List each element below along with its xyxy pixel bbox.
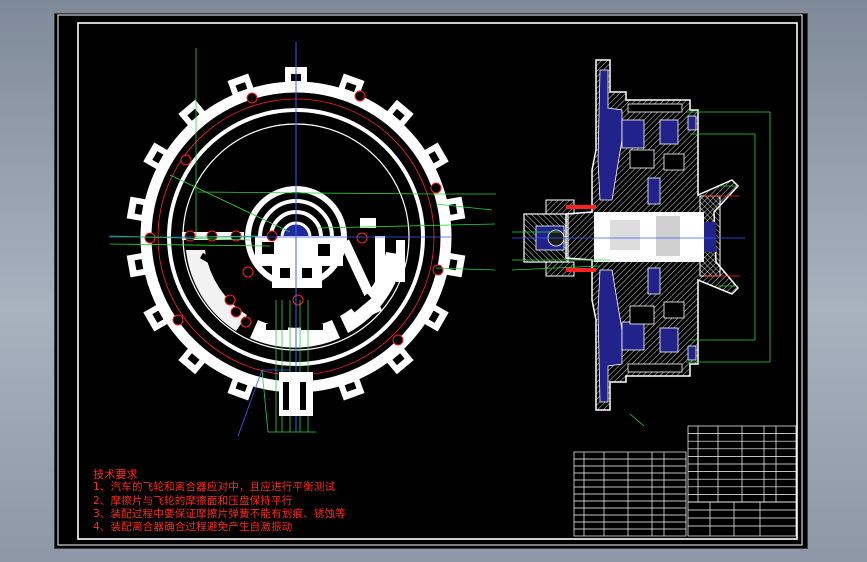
rivet-hole [224, 294, 236, 306]
requirement-1: 1、汽车的飞轮和离合器应对中，且应进行平衡测试 [93, 481, 336, 494]
rivet-hole [242, 266, 254, 278]
section-tab [279, 372, 313, 416]
rivet-hole [354, 90, 366, 102]
rivet-hole [240, 316, 252, 328]
rivet-hole [180, 154, 192, 166]
rivet-hole [184, 230, 196, 242]
title-block [687, 501, 797, 537]
technical-requirements: 技术要求 1、汽车的飞轮和离合器应对中，且应进行平衡测试 2、摩擦片与飞轮的摩擦… [93, 468, 346, 534]
rivet-hole [392, 334, 404, 346]
rivet-hole [292, 294, 304, 306]
rivet-hole [230, 306, 242, 318]
parts-list-left [573, 451, 687, 537]
section-view [511, 59, 771, 427]
technical-requirements-heading: 技术要求 [93, 468, 138, 481]
rivet-hole [206, 230, 218, 242]
rivet-hole [432, 264, 444, 276]
requirement-2: 2、摩擦片与飞轮的摩擦面和压盘保持平行 [93, 494, 293, 507]
requirement-4: 4、装配离合器确合过程避免产生自激振动 [93, 521, 293, 534]
rivet-hole [356, 232, 368, 244]
requirement-3: 3、装配过程中要保证摩擦片弹簧不能有划痕、锈蚀等 [93, 507, 346, 520]
rivet-hole [144, 232, 156, 244]
rivet-hole [430, 182, 442, 194]
parts-list-right [687, 425, 797, 503]
rivet-hole [246, 92, 258, 104]
front-view [108, 42, 496, 437]
rivet-hole [172, 314, 184, 326]
rivet-hole [266, 230, 278, 242]
